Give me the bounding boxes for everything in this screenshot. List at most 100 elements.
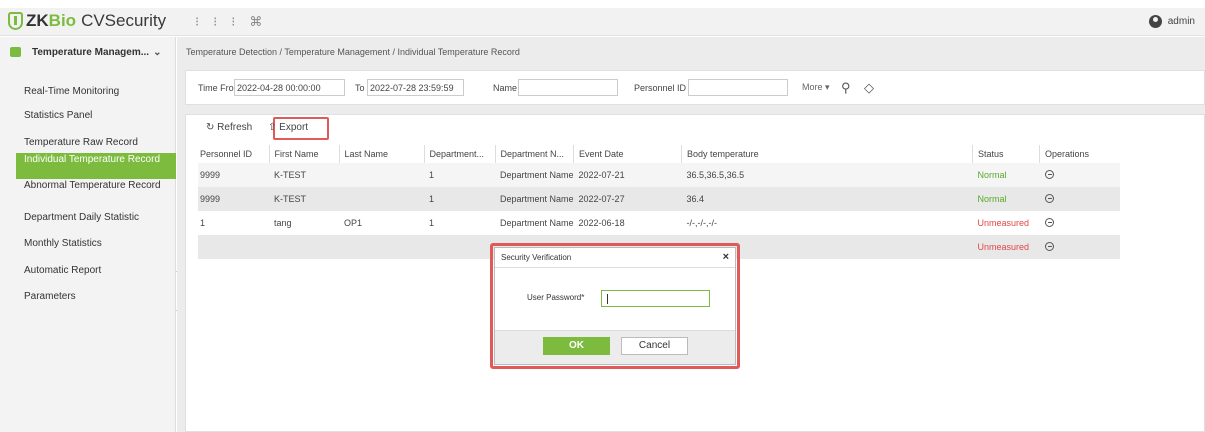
cell-department-name: Department Name	[500, 218, 574, 228]
logo-bio-text: Bio	[48, 11, 77, 30]
to-label: To	[355, 83, 365, 93]
refresh-button[interactable]: ↻ Refresh	[206, 122, 252, 133]
personnel-id-label: Personnel ID	[634, 83, 687, 93]
sidebar-item-real-time-monitoring[interactable]: Real-Time Monitoring	[16, 86, 176, 97]
cell-event-date: 2022-06-18	[578, 218, 625, 228]
sidebar-item-monthly-statistics[interactable]: Monthly Statistics	[16, 238, 176, 249]
table-row[interactable]: 9999 K-TEST 1 Department Name 2022-07-27…	[198, 187, 1120, 211]
cell-first-name: K-TEST	[269, 187, 339, 211]
sidebar-item-parameters[interactable]: Parameters	[16, 291, 176, 302]
clear-eraser-icon[interactable]: ◇	[864, 80, 874, 96]
table-header-row: Personnel ID First Name Last Name Depart…	[198, 145, 1120, 163]
cell-department-name: Department Name	[495, 163, 574, 187]
view-detail-icon[interactable]	[1044, 217, 1054, 227]
name-input[interactable]	[518, 79, 618, 96]
cell-department-number: 1	[424, 187, 495, 211]
cell-last-name	[339, 187, 424, 211]
column-header[interactable]: Operations	[1039, 145, 1120, 163]
more-filters-button[interactable]: More ▾	[802, 82, 830, 93]
table-row[interactable]: 1 tang OP1 1 Department Name 2022-06-18 …	[198, 211, 1120, 235]
column-header[interactable]: Last Name	[338, 145, 424, 163]
column-header[interactable]: First Name	[268, 145, 339, 163]
cell-first-name: tang	[274, 218, 292, 228]
user-password-input[interactable]	[601, 290, 710, 307]
dialog-footer: OK Cancel	[495, 330, 735, 364]
cell-personnel-id: 9999	[198, 187, 269, 211]
sidebar-item-department-daily-statistic[interactable]: Department Daily Statistic	[16, 212, 176, 223]
cell-personnel-id: 1	[200, 218, 206, 228]
cell-body-temperature: -/-,-/-,-/-	[686, 218, 718, 228]
column-header[interactable]: Department N...	[494, 145, 574, 163]
cell-department-number: 1	[424, 163, 495, 187]
refresh-label: Refresh	[217, 122, 253, 133]
refresh-icon: ↻	[206, 122, 215, 133]
dialog-title: Security Verification	[495, 248, 735, 268]
main-content: Temperature Detection / Temperature Mana…	[177, 37, 1205, 432]
cell-body-temperature: 36.4	[681, 187, 973, 211]
user-avatar-icon	[1148, 15, 1162, 28]
command-icon[interactable]: ⌘	[249, 14, 276, 29]
time-from-input[interactable]	[234, 79, 345, 96]
cell-department-name: Department Name	[495, 187, 574, 211]
cell-body-temperature: 36.5,36.5,36.5	[681, 163, 973, 187]
more-label: More	[802, 82, 823, 92]
records-table: Personnel ID First Name Last Name Depart…	[198, 145, 1120, 259]
cell-personnel-id	[198, 235, 269, 259]
sidebar-module-title: Temperature Managem...	[32, 46, 150, 58]
sidebar-item-individual-temperature-record[interactable]: Individual Temperature Record	[16, 153, 176, 179]
view-detail-icon[interactable]	[1044, 193, 1054, 203]
cell-status: Normal	[972, 163, 1040, 187]
export-button[interactable]: ⇧ Export	[268, 122, 308, 133]
security-verification-dialog: Security Verification × User Password* O…	[494, 247, 736, 365]
name-label: Name	[493, 83, 518, 93]
chevron-down-icon: ⌄	[153, 46, 162, 58]
export-icon: ⇧	[268, 122, 277, 133]
cell-operations	[1039, 187, 1120, 211]
personnel-id-input[interactable]	[688, 79, 788, 96]
column-header[interactable]: Event Date	[573, 145, 682, 163]
view-detail-icon[interactable]	[1044, 169, 1054, 179]
cell-last-name: OP1	[344, 218, 363, 228]
sidebar-item-statistics-panel[interactable]: Statistics Panel	[16, 110, 176, 121]
cell-personnel-id: 9999	[198, 163, 269, 187]
top-icons: ⁝⁝⁝⌘	[195, 14, 276, 30]
close-icon[interactable]: ×	[723, 251, 729, 263]
sidebar-item-temperature-raw-record[interactable]: Temperature Raw Record	[16, 137, 176, 148]
search-icon[interactable]: ⚲	[841, 80, 851, 96]
view-detail-icon[interactable]	[1044, 241, 1054, 251]
table-row[interactable]: 9999 K-TEST 1 Department Name 2022-07-21…	[198, 163, 1120, 187]
apps-grid-icon[interactable]: ⁝⁝⁝	[195, 14, 249, 29]
column-header[interactable]: Body temperature	[681, 145, 973, 163]
column-header[interactable]: Department...	[423, 145, 495, 163]
cell-operations	[1039, 235, 1120, 259]
top-bar: ZK Bio CVSecurity ⁝⁝⁝⌘ admin	[0, 8, 1205, 36]
cell-department-number: 1	[429, 218, 435, 228]
user-menu[interactable]: admin	[1148, 15, 1195, 28]
app-logo[interactable]: ZK Bio CVSecurity	[8, 11, 166, 31]
thermometer-module-icon	[10, 47, 21, 57]
cell-operations	[1039, 163, 1120, 187]
cell-status: Unmeasured	[977, 218, 1030, 228]
cancel-button[interactable]: Cancel	[621, 337, 688, 355]
cell-event-date: 2022-07-27	[573, 187, 682, 211]
cell-first-name: K-TEST	[269, 163, 339, 187]
user-name: admin	[1167, 16, 1195, 27]
sidebar-module-header[interactable]: Temperature Managem... ⌄	[0, 37, 175, 67]
sidebar-item-abnormal-temperature-record[interactable]: Abnormal Temperature Record	[16, 180, 176, 191]
cell-event-date: 2022-07-21	[573, 163, 682, 187]
column-header[interactable]: Personnel ID	[198, 145, 269, 163]
cell-department-number	[424, 235, 495, 259]
ok-button[interactable]: OK	[543, 337, 610, 355]
time-to-input[interactable]	[367, 79, 464, 96]
cell-operations	[1040, 211, 1120, 235]
logo-product-text: CVSecurity	[81, 11, 167, 30]
cell-status: Normal	[972, 187, 1040, 211]
column-header[interactable]: Status	[972, 145, 1040, 163]
sidebar-item-automatic-report[interactable]: Automatic Report	[16, 265, 176, 276]
caret-down-icon: ▾	[825, 82, 830, 92]
cell-first-name	[269, 235, 339, 259]
export-label: Export	[279, 122, 309, 133]
cell-last-name	[339, 163, 424, 187]
breadcrumb: Temperature Detection / Temperature Mana…	[186, 47, 520, 57]
shield-logo-icon	[8, 12, 23, 30]
